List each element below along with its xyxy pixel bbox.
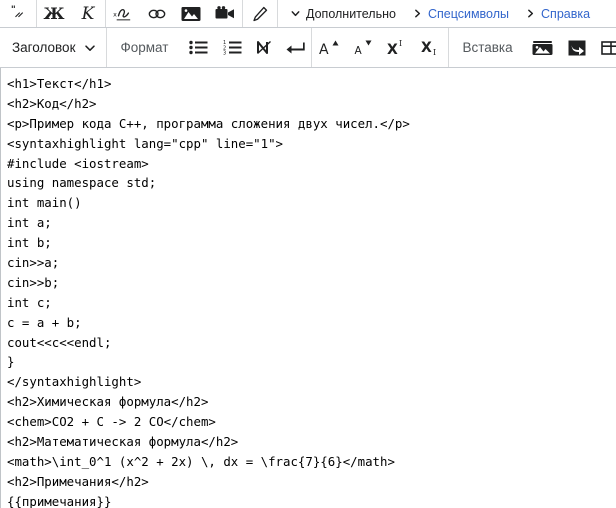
italic-icon[interactable]: K [71, 0, 105, 27]
wikitext-line: using namespace std; [7, 175, 157, 191]
toolbar-group-highlight [243, 0, 277, 27]
pencil-icon[interactable] [243, 0, 277, 27]
wikitext-line: <h2>Химическая формула</h2> [7, 394, 209, 410]
wikitext-line: cin>>b; [7, 274, 60, 290]
svg-text:I: I [433, 48, 436, 56]
media-icon[interactable] [526, 28, 560, 67]
toolbar-group-font-size: A A X I X I [312, 28, 450, 67]
wikitext-line: int main() [7, 195, 82, 211]
advanced-menu[interactable]: Дополнительно [284, 0, 406, 27]
toolbar-secondary: Заголовок Формат 1 2 3 A A X I X I Встав… [0, 28, 616, 68]
special-chars-menu[interactable]: Спецсимволы [406, 0, 519, 27]
help-menu-label: Справка [541, 6, 591, 21]
wikitext-line: int b; [7, 235, 52, 251]
wikitext-line: cout<<c<<endl; [7, 334, 112, 350]
wikitext-line: } [7, 354, 15, 370]
special-chars-menu-label: Спецсимволы [427, 6, 510, 21]
chevron-down-icon [84, 42, 96, 54]
format-label[interactable]: Формат [107, 28, 181, 67]
bold-icon[interactable]: Ж [37, 0, 71, 27]
link-icon[interactable] [140, 0, 174, 27]
help-menu[interactable]: Справка [519, 0, 600, 27]
wikitext-content[interactable]: <h1>Текст</h1> <h2>Код</h2> <p>Пример кода… [1, 68, 616, 508]
newline-icon[interactable] [280, 28, 311, 67]
svg-text:3: 3 [223, 51, 226, 55]
wikitext-line: int c; [7, 294, 52, 310]
toolbar-menus: Дополнительно Спецсимволы Справка [277, 0, 600, 27]
toolbar-primary: " Ж K x Дополнительно Спецсимволы Справк… [0, 0, 616, 28]
svg-text:X: X [421, 40, 432, 56]
wikitext-line: <syntaxhighlight lang="cpp" line="1"> [7, 135, 284, 151]
wikitext-line: <chem>CO2 + C -> 2 CO</chem> [7, 414, 216, 430]
toolbar-group-heading: Заголовок [0, 28, 108, 67]
table-icon[interactable] [594, 28, 616, 67]
chevron-right-icon [525, 8, 536, 19]
bullet-list-icon[interactable] [181, 28, 215, 67]
subscript-icon[interactable]: X I [414, 28, 448, 67]
wikitext-line: c = a + b; [7, 314, 82, 330]
wikitext-line: <h2>Примечания</h2> [7, 473, 149, 489]
svg-text:": " [10, 5, 15, 16]
toolbar-group-format: Формат 1 2 3 [107, 28, 313, 67]
insert-label[interactable]: Вставка [449, 28, 525, 67]
svg-text:I: I [399, 39, 402, 48]
svg-text:X: X [387, 42, 398, 56]
chevron-down-icon [290, 8, 301, 19]
wikitext-line: {{примечания}} [7, 493, 112, 508]
svg-text:A: A [319, 42, 329, 56]
wikitext-line: #include <iostream> [7, 155, 149, 171]
toolbar-group-citation: " [0, 0, 37, 27]
wikitext-line: cin>>a; [7, 255, 60, 271]
heading-dropdown[interactable]: Заголовок [0, 28, 106, 67]
svg-text:x: x [113, 11, 117, 18]
chevron-right-icon [412, 8, 423, 19]
wikitext-line: <h2>Математическая формула</h2> [7, 434, 239, 450]
wikitext-line: <math>\int_0^1 (x^2 + 2x) \, dx = \frac{… [7, 453, 395, 469]
signature-icon[interactable]: x [106, 0, 140, 27]
wikitext-textarea[interactable]: <h1>Текст</h1> <h2>Код</h2> <p>Пример кода… [0, 68, 616, 508]
toolbar-group-text-style: Ж K [37, 0, 106, 27]
wikitext-line: <h1>Текст</h1> [7, 76, 112, 91]
nowiki-icon[interactable] [249, 28, 280, 67]
image-icon[interactable] [174, 0, 208, 27]
wikitext-line: </syntaxhighlight> [7, 374, 142, 390]
toolbar-group-insert: Вставка [449, 28, 616, 67]
svg-text:A: A [355, 45, 363, 56]
video-icon[interactable] [208, 0, 242, 27]
increase-font-size-icon[interactable]: A [312, 28, 346, 67]
toolbar-group-insert: x [106, 0, 243, 27]
superscript-icon[interactable]: X I [380, 28, 414, 67]
wikitext-line: <h2>Код</h2> [7, 95, 97, 111]
decrease-font-size-icon[interactable]: A [346, 28, 380, 67]
advanced-menu-label: Дополнительно [306, 6, 396, 21]
numbered-list-icon[interactable]: 1 2 3 [215, 28, 249, 67]
heading-dropdown-label: Заголовок [12, 40, 76, 55]
template-icon[interactable] [560, 28, 594, 67]
wikitext-editor-window: " Ж K x Дополнительно Спецсимволы Справк… [0, 0, 616, 508]
wikitext-line: int a; [7, 215, 52, 231]
wikitext-line: <p>Пример кода C++, программа сложения д… [7, 115, 410, 131]
quote-icon[interactable]: " [0, 0, 36, 27]
